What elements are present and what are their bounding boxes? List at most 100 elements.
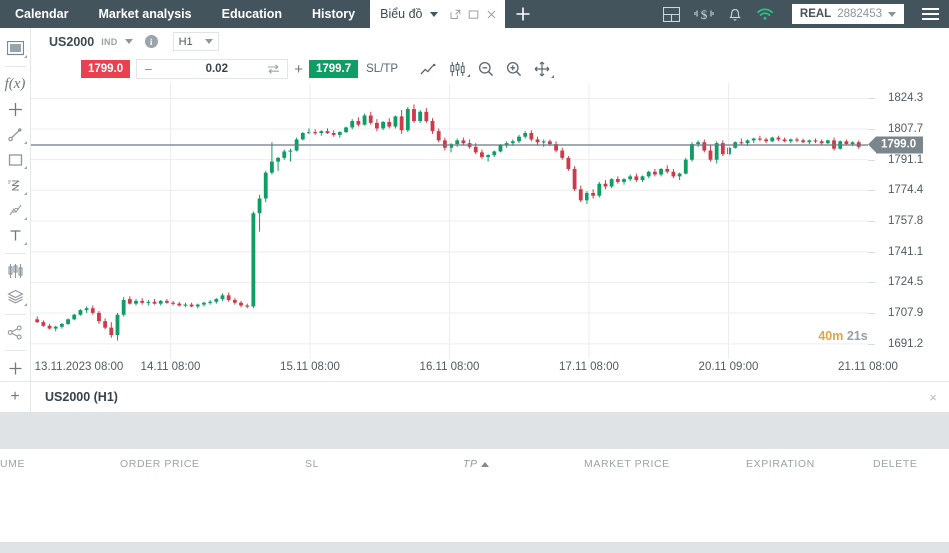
close-chart-tab-icon[interactable]: ×	[929, 382, 949, 412]
expand-corner-icon	[24, 55, 27, 59]
col-market-price[interactable]: MARKET PRICE	[584, 458, 670, 470]
divider	[4, 66, 26, 68]
workspace: f(x) F US2000 IND i H1 1799.0 − 0.02 + 1…	[0, 28, 949, 381]
price-tick-label: 1757.8	[888, 215, 924, 227]
candlestick-chart[interactable]	[31, 83, 868, 359]
expand-corner-icon	[24, 216, 27, 220]
price-tick	[868, 98, 875, 100]
price-tick	[868, 159, 875, 161]
expand-corner-icon	[551, 75, 555, 78]
add-chart-button[interactable]: +	[0, 382, 31, 412]
sort-ascending-icon	[480, 461, 489, 467]
time-tick-label: 17.11 08:00	[559, 361, 619, 373]
volume-increase-button[interactable]: +	[294, 62, 303, 77]
chart-tools-sidebar: f(x) F	[0, 28, 31, 381]
divider	[4, 313, 26, 315]
share-icon[interactable]	[1, 320, 29, 345]
candlestick-icon[interactable]	[1, 259, 29, 284]
col-delete[interactable]: DELETE	[873, 458, 917, 470]
indicators-fx-icon[interactable]: f(x)	[1, 72, 29, 97]
menu-hamburger-icon[interactable]	[918, 8, 939, 20]
current-price-badge[interactable]: 1799.0	[867, 136, 924, 154]
divider	[4, 350, 26, 351]
chart-style-icon[interactable]	[1, 36, 29, 61]
price-tick-label: 1691.2	[888, 337, 924, 350]
symbol-name: US2000	[49, 34, 95, 49]
time-tick-label: 20.11 09:00	[698, 361, 759, 373]
chart-tab-us2000[interactable]: US2000 (H1)	[31, 382, 132, 412]
layers-icon[interactable]	[1, 284, 29, 309]
line-chart-icon[interactable]	[420, 63, 437, 76]
popout-icon[interactable]	[450, 9, 461, 20]
expand-corner-icon	[24, 141, 27, 145]
trend-line-icon[interactable]	[1, 122, 29, 147]
info-icon[interactable]: i	[144, 35, 158, 48]
sell-price-button[interactable]: 1799.0	[81, 60, 131, 78]
col-sl[interactable]: SL	[305, 458, 319, 470]
nav-item-calendar[interactable]: Calendar	[0, 0, 84, 28]
orders-panel: UME ORDER PRICE SL TP MARKET PRICE EXPIRATION…	[0, 413, 949, 553]
nav-item-education[interactable]: Education	[207, 0, 297, 28]
price-tick	[868, 190, 875, 192]
nav-item-market-analysis[interactable]: Market analysis	[84, 0, 207, 28]
time-tick-label: 21.11 08:00	[838, 361, 898, 373]
expand-corner-icon	[24, 191, 27, 195]
nav-item-history[interactable]: History	[297, 0, 370, 28]
close-icon[interactable]	[486, 9, 497, 20]
maximize-icon[interactable]	[468, 9, 479, 20]
zoom-out-icon[interactable]	[478, 61, 494, 77]
notification-bell-icon[interactable]	[728, 6, 742, 22]
rectangle-icon[interactable]	[1, 147, 29, 172]
wifi-icon[interactable]	[756, 7, 774, 21]
svg-text:F: F	[8, 180, 12, 186]
account-selector[interactable]: REAL 2882453	[791, 4, 904, 24]
col-volume[interactable]: UME	[0, 458, 25, 470]
sltp-button[interactable]: SL/TP	[366, 63, 398, 75]
crosshair-add-icon[interactable]	[1, 97, 29, 122]
timeframe-selector[interactable]: H1	[172, 32, 219, 51]
move-crosshair-icon[interactable]	[534, 61, 555, 78]
volume-value[interactable]: 0.02	[206, 63, 228, 75]
add-tool-icon[interactable]	[1, 356, 29, 381]
candles-chart-icon[interactable]	[449, 62, 471, 77]
price-tick	[868, 313, 875, 315]
divider	[4, 252, 26, 254]
swap-units-icon[interactable]	[267, 63, 280, 75]
zoom-in-icon[interactable]	[506, 61, 522, 77]
layout-icon[interactable]	[662, 6, 680, 22]
currency-dollar-icon[interactable]: $	[694, 6, 714, 22]
active-tab-label: Biểu đồ	[380, 7, 423, 21]
chevron-down-icon[interactable]	[429, 11, 438, 17]
price-tick	[868, 343, 875, 345]
volume-decrease-button[interactable]: −	[144, 62, 152, 76]
account-type: REAL	[799, 8, 832, 20]
time-tick-label: 16.11 08:00	[419, 361, 480, 373]
fibonacci-icon[interactable]: F	[1, 172, 29, 197]
time-tick-label: 14.11 08:00	[140, 361, 201, 373]
price-tick	[868, 282, 875, 284]
expand-corner-icon	[24, 302, 27, 306]
elliott-wave-icon[interactable]	[1, 198, 29, 223]
price-axis[interactable]: 1824.3 1807.7 1791.1 1774.4 1757.8 1741.1 1724…	[867, 83, 949, 359]
col-expiration[interactable]: EXPIRATION	[746, 458, 815, 470]
symbol-dropdown-icon[interactable]	[124, 39, 133, 44]
timeframe-label: H1	[178, 35, 193, 48]
price-tick	[868, 221, 875, 222]
svg-text:$: $	[701, 7, 708, 22]
col-order-price[interactable]: ORDER PRICE	[120, 458, 200, 470]
add-tab-button[interactable]	[505, 0, 541, 28]
price-tick-label: 1807.7	[888, 122, 924, 135]
text-tool-icon[interactable]	[1, 223, 29, 248]
buy-price-button[interactable]: 1799.7	[308, 60, 359, 78]
active-tab-chart[interactable]: Biểu đồ	[370, 0, 505, 28]
price-tick-label: 1791.1	[888, 153, 924, 166]
time-axis[interactable]: 13.11.2023 08:00 14.11 08:00 15.11 08:00 16…	[31, 359, 949, 381]
volume-stepper[interactable]: − 0.02	[136, 59, 289, 79]
col-tp[interactable]: TP	[463, 458, 489, 470]
trade-bar: 1799.0 − 0.02 + 1799.7 SL/TP	[31, 55, 949, 83]
price-tick-label: 1741.1	[888, 245, 924, 258]
chart-tab-bar: + US2000 (H1) ×	[0, 381, 949, 413]
price-tick	[868, 128, 875, 130]
chart-column: US2000 IND i H1 1799.0 − 0.02 + 1799.7 S…	[31, 28, 949, 381]
